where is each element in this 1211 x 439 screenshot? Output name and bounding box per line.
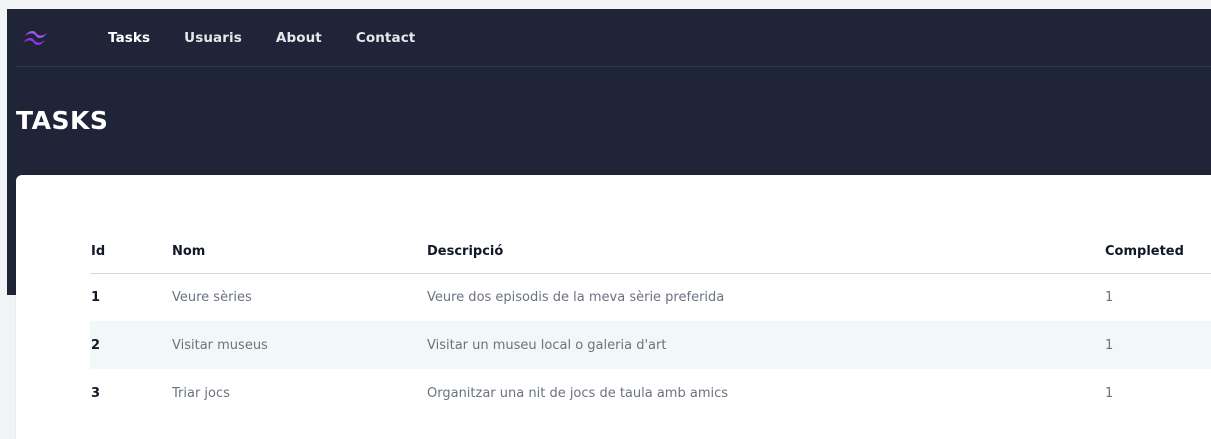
nav-link-about[interactable]: About <box>276 30 322 46</box>
table-row[interactable]: 1 Veure sèries Veure dos episodis de la … <box>90 273 1211 321</box>
nav-link-tasks[interactable]: Tasks <box>108 30 150 46</box>
page-title: TASKS <box>16 106 109 135</box>
table-row[interactable]: 2 Visitar museus Visitar un museu local … <box>90 321 1211 369</box>
table-row[interactable]: 3 Triar jocs Organitzar una nit de jocs … <box>90 369 1211 417</box>
cell-nom: Visitar museus <box>172 321 427 369</box>
cell-descripcio: Veure dos episodis de la meva sèrie pref… <box>427 289 725 305</box>
nav-divider <box>16 66 1211 67</box>
tasks-card: Id Nom Descripció Completed 1 Veure sèri… <box>16 175 1211 439</box>
cell-id: 3 <box>91 385 101 401</box>
cell-id: 1 <box>91 289 101 305</box>
column-header-descripcio: Descripció <box>427 230 1105 274</box>
nav-link-usuaris[interactable]: Usuaris <box>184 30 242 46</box>
cell-id: 2 <box>90 321 172 369</box>
cell-nom: Veure sèries <box>172 289 252 305</box>
navbar: Tasks Usuaris About Contact <box>7 9 1211 67</box>
tailwind-logo-icon[interactable] <box>21 27 51 49</box>
cell-completed: 1 <box>1105 385 1114 401</box>
nav-link-contact[interactable]: Contact <box>356 30 416 46</box>
cell-descripcio: Visitar un museu local o galeria d'art <box>427 321 1105 369</box>
cell-completed: 1 <box>1105 289 1114 305</box>
cell-descripcio: Organitzar una nit de jocs de taula amb … <box>427 385 729 401</box>
tasks-table: Id Nom Descripció Completed 1 Veure sèri… <box>90 230 1211 417</box>
cell-nom: Triar jocs <box>172 385 230 401</box>
column-header-id: Id <box>90 230 172 274</box>
column-header-nom: Nom <box>172 230 427 274</box>
column-header-completed: Completed <box>1105 230 1211 274</box>
table-header-row: Id Nom Descripció Completed <box>90 230 1211 274</box>
cell-completed: 1 <box>1105 321 1211 369</box>
nav-links: Tasks Usuaris About Contact <box>108 9 449 67</box>
